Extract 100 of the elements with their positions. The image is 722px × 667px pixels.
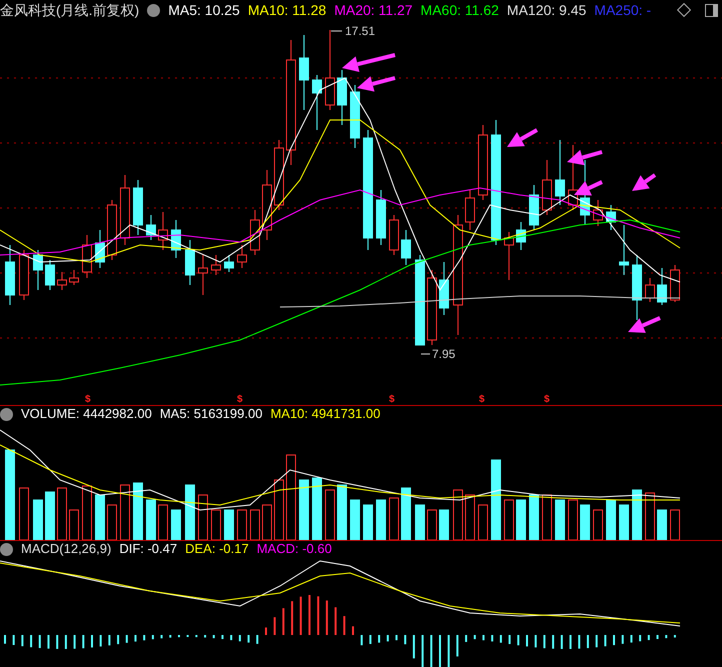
volume-bar [224,510,234,540]
candlestick [312,74,322,130]
dropdown-icon[interactable] [147,4,160,16]
annotation-arrow [628,316,661,333]
indicator-label: MA60: 11.62 [420,0,499,20]
candlestick [45,260,55,290]
event-marker[interactable]: $ [237,394,243,405]
volume-bar [171,510,181,540]
candlestick [516,222,526,250]
volume-bar [312,478,322,540]
volume-bar [350,500,360,540]
event-marker[interactable]: $ [479,394,485,405]
low-price-label: 7.95 [420,347,456,361]
chart-title: 金风科技(月线.前复权) [0,0,140,20]
candlestick [632,254,642,320]
candlestick [158,212,168,250]
candlestick [657,268,667,306]
event-marker[interactable]: $ [85,394,91,405]
volume-bar [133,482,143,540]
candlestick [250,210,260,256]
indicator-label: MA120: 9.45 [506,0,586,20]
volume-bar [69,510,79,540]
volume-bar [555,500,565,540]
candlestick [645,278,655,302]
candlestick [237,244,247,268]
volume-bar [670,510,680,540]
volume-bar [57,488,67,540]
candlestick [670,264,680,302]
candlestick [69,270,79,286]
volume-bar [376,500,386,540]
volume-bar [158,504,168,540]
candlestick [619,224,629,276]
indicator-label: DEA: -0.17 [185,540,249,558]
candlestick [224,254,234,272]
candlestick [606,204,616,230]
indicator-label: MACD: -0.60 [256,540,332,558]
volume-bar [632,490,642,540]
annotation-arrow [342,53,396,72]
annotation-arrow [574,180,603,196]
panel-toggle-icon[interactable] [705,4,718,16]
settings-icon[interactable] [0,542,13,556]
volume-bar [274,480,284,540]
candlestick [133,180,143,236]
annotation-arrow [567,150,603,166]
settings-icon[interactable] [0,408,13,420]
volume-bar [453,490,463,540]
volume-bar [299,480,309,540]
volume-bar [146,500,156,540]
candlestick [401,230,411,266]
volume-bar [439,510,449,540]
indicator-label: MA250: - [594,0,652,20]
candlestick [57,272,67,290]
candlestick [555,140,565,206]
candlestick [185,240,195,286]
candlestick [337,70,347,126]
volume-bar [45,492,55,540]
candlestick [82,234,92,278]
volume-bar [198,494,208,540]
volume-bar [415,504,425,540]
indicator-label: MA10: 11.28 [248,0,326,20]
candlestick [120,174,130,246]
volume-bar [401,488,411,540]
volume-bar [389,498,399,540]
high-price-label: 17.51 [330,24,376,38]
event-marker[interactable]: $ [544,394,550,405]
volume-bar [19,488,29,540]
volume-bar [568,500,578,540]
volume-bar [504,500,514,540]
volume-bar [33,500,43,540]
volume-bar [211,510,221,540]
candlestick [5,244,15,306]
volume-bar [657,510,667,540]
volume-bar [95,494,105,540]
volume-bar [516,500,526,540]
indicator-label: MA5: 5163199.00 [160,405,262,424]
candlestick [211,254,221,276]
candlestick [198,254,208,296]
indicator-label: MA5: 10.25 [168,0,240,20]
candlestick [33,250,43,290]
volume-bar [478,504,488,540]
candlestick [465,190,475,230]
volume-bar [82,486,92,540]
volume-bar [465,494,475,540]
candlestick [146,214,156,240]
volume-bar [185,484,195,540]
volume-bar [262,504,272,540]
candlestick [274,140,284,210]
candlestick [262,170,272,240]
candlestick [593,200,603,226]
candlestick [389,214,399,256]
event-marker[interactable]: $ [389,394,395,405]
volume-bar [593,510,603,540]
volume-bar [580,504,590,540]
volume-bar [107,504,117,540]
annotation-arrow [632,173,656,191]
volume-bar [237,510,247,540]
indicator-label: MA20: 11.27 [334,0,413,20]
candlestick [439,262,449,316]
volume-bar [606,500,616,540]
volume-bar [542,494,552,540]
